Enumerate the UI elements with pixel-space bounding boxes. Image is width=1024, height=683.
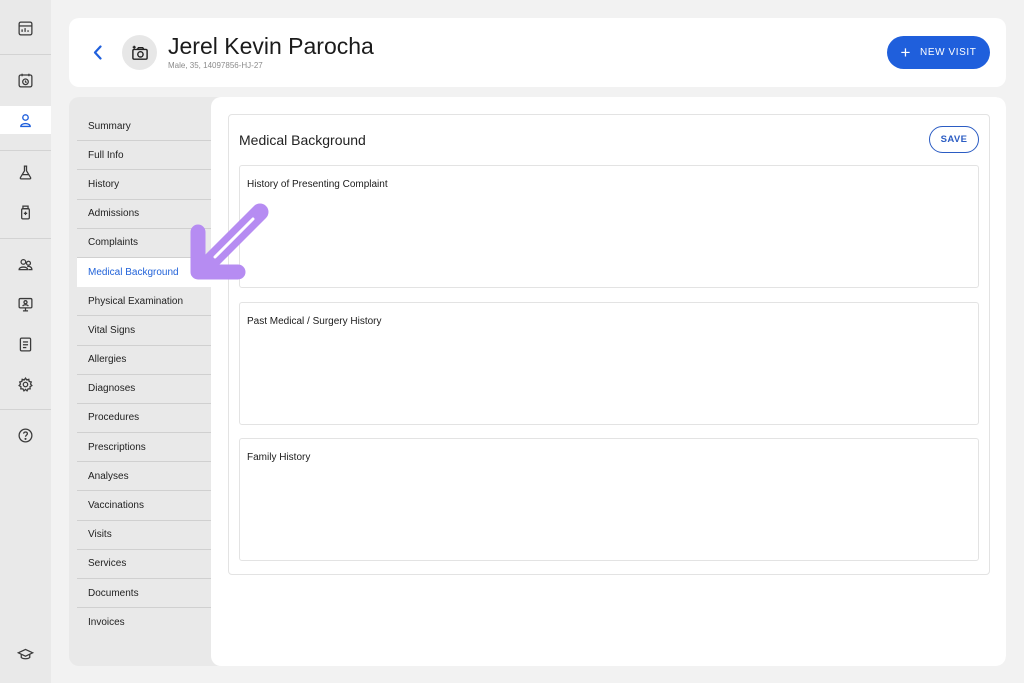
- patient-header: Jerel Kevin Parocha Male, 35, 14097856-H…: [69, 18, 1006, 87]
- nav-item-history[interactable]: History: [77, 170, 211, 200]
- calendar-clock-icon[interactable]: [0, 66, 51, 94]
- nav-item-vaccinations[interactable]: Vaccinations: [77, 491, 211, 521]
- nav-item-summary[interactable]: Summary: [77, 112, 211, 142]
- nav-item-visits[interactable]: Visits: [77, 521, 211, 550]
- field-label: History of Presenting Complaint: [247, 179, 388, 190]
- nav-item-diagnoses[interactable]: Diagnoses: [77, 375, 211, 404]
- back-button[interactable]: [89, 42, 107, 62]
- past-medical-surgery-history-field[interactable]: Past Medical / Surgery History: [239, 302, 979, 425]
- section-nav: Summary Full Info History Admissions Com…: [77, 112, 211, 637]
- field-label: Past Medical / Surgery History: [247, 316, 382, 327]
- medical-background-card: Medical Background SAVE History of Prese…: [228, 114, 990, 575]
- nav-item-invoices[interactable]: Invoices: [77, 608, 211, 637]
- plus-icon: +: [900, 42, 911, 62]
- settings-gear-icon[interactable]: [0, 370, 51, 398]
- avatar-upload-button[interactable]: [122, 35, 157, 70]
- new-visit-button[interactable]: + NEW VISIT: [887, 36, 990, 69]
- nav-item-physical-examination[interactable]: Physical Examination: [77, 287, 211, 317]
- nav-item-medical-background[interactable]: Medical Background: [77, 257, 211, 288]
- chevron-left-icon: [93, 44, 102, 60]
- icon-rail: [0, 0, 51, 683]
- content-area: Medical Background SAVE History of Prese…: [211, 97, 1006, 666]
- field-textarea[interactable]: [247, 469, 971, 552]
- family-history-field[interactable]: Family History: [239, 438, 979, 561]
- graduation-cap-icon[interactable]: [0, 640, 51, 668]
- nav-item-complaints[interactable]: Complaints: [77, 229, 211, 258]
- section-title: Medical Background: [239, 132, 366, 148]
- nav-item-procedures[interactable]: Procedures: [77, 404, 211, 434]
- nav-item-full-info[interactable]: Full Info: [77, 141, 211, 171]
- nav-item-services[interactable]: Services: [77, 550, 211, 579]
- dashboard-icon[interactable]: [0, 14, 51, 42]
- field-textarea[interactable]: [247, 333, 971, 416]
- help-circle-icon[interactable]: [0, 421, 51, 449]
- nav-item-documents[interactable]: Documents: [77, 579, 211, 609]
- field-textarea[interactable]: [247, 196, 971, 279]
- history-presenting-complaint-field[interactable]: History of Presenting Complaint: [239, 165, 979, 288]
- nav-item-analyses[interactable]: Analyses: [77, 462, 211, 492]
- main-panel: Summary Full Info History Admissions Com…: [69, 97, 1006, 666]
- patient-name: Jerel Kevin Parocha: [168, 33, 374, 59]
- users-group-icon[interactable]: [0, 250, 51, 278]
- monitor-user-icon[interactable]: [0, 290, 51, 318]
- new-visit-label: NEW VISIT: [920, 47, 977, 58]
- lab-flask-icon[interactable]: [0, 158, 51, 186]
- nav-item-prescriptions[interactable]: Prescriptions: [77, 433, 211, 463]
- nav-item-admissions[interactable]: Admissions: [77, 200, 211, 229]
- save-button[interactable]: SAVE: [929, 126, 979, 153]
- medicine-bottle-icon[interactable]: [0, 198, 51, 226]
- patient-user-icon[interactable]: [0, 106, 51, 134]
- nav-item-allergies[interactable]: Allergies: [77, 346, 211, 375]
- nav-item-vital-signs[interactable]: Vital Signs: [77, 316, 211, 346]
- camera-add-icon: [131, 45, 148, 60]
- patient-meta: Male, 35, 14097856-HJ-27: [168, 61, 263, 70]
- field-label: Family History: [247, 452, 311, 463]
- report-list-icon[interactable]: [0, 330, 51, 358]
